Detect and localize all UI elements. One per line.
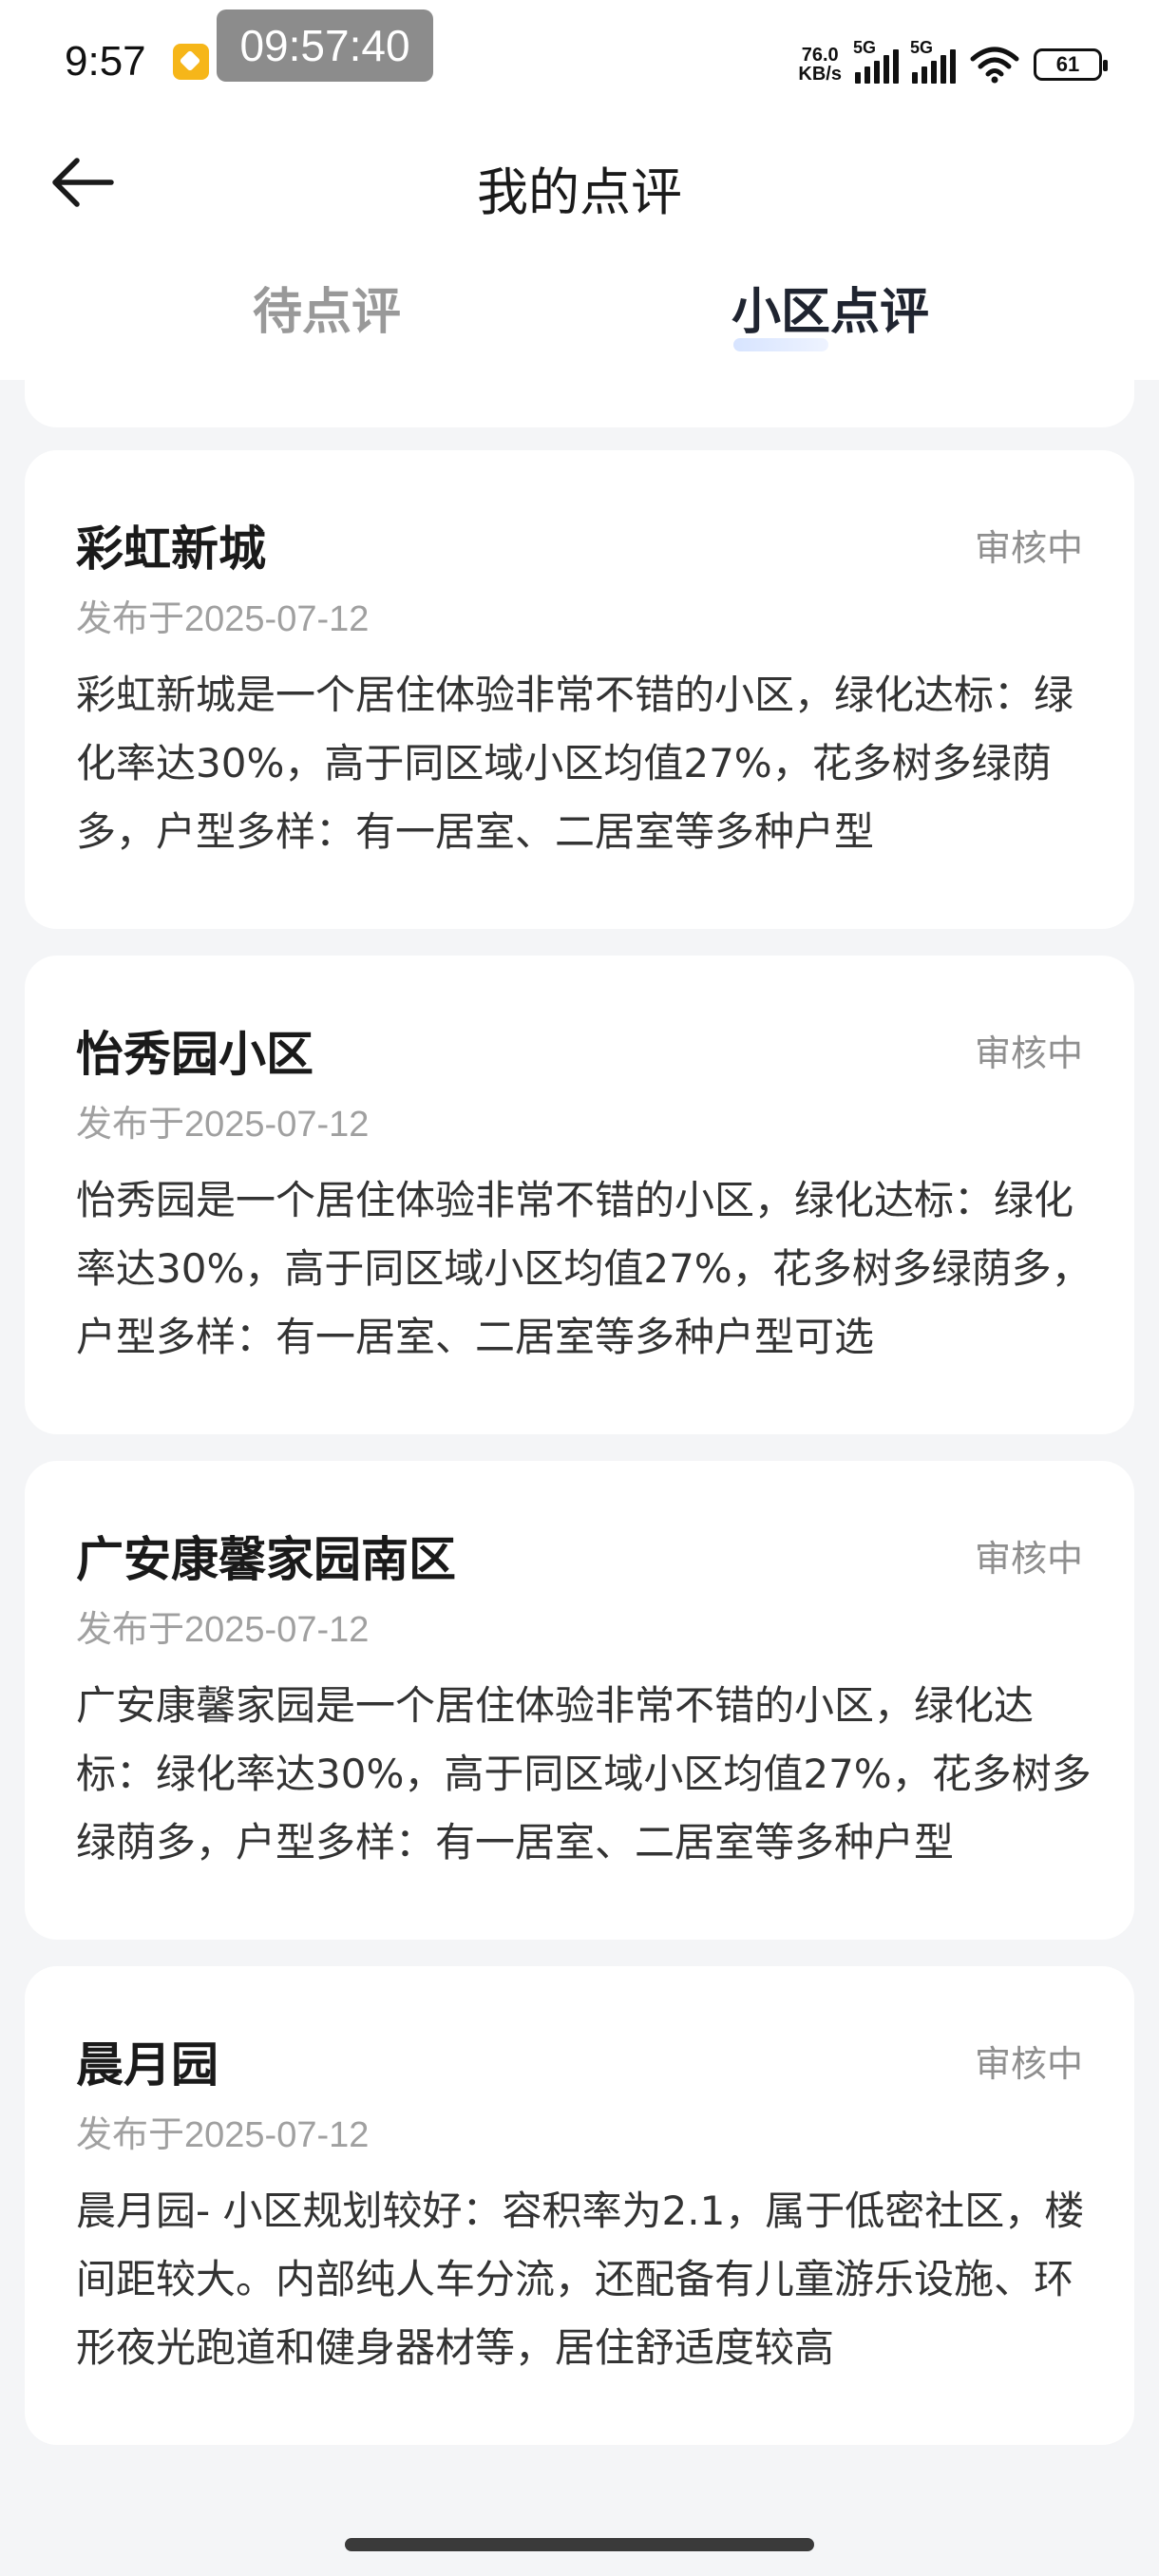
status-time: 9:57 (65, 38, 146, 85)
signal-icon: 5G (910, 38, 956, 84)
clock-overlay: 09:57:40 (217, 9, 433, 82)
publish-date: 发布于2025-07-12 (76, 1610, 370, 1650)
home-indicator[interactable] (345, 2538, 814, 2551)
publish-date: 发布于2025-07-12 (76, 1105, 370, 1145)
review-status: 审核中 (974, 1538, 1083, 1580)
wifi-icon (970, 47, 1019, 84)
review-card[interactable]: 广安康馨家园南区 审核中 发布于2025-07-12 广安康馨家园是一个居住体验… (25, 1461, 1134, 1940)
community-name: 怡秀园小区 (76, 1027, 314, 1082)
signal-label: 5G (910, 38, 934, 57)
battery-level: 61 (1055, 52, 1080, 76)
review-content: 晨月园- 小区规划较好：容积率为2.1，属于低密社区，楼间距较大。内部纯人车分流… (76, 2188, 1085, 2371)
network-speed-value: 76.0 (801, 45, 839, 66)
signal-label: 5G (853, 38, 877, 57)
page-title: 我的点评 (477, 162, 682, 222)
network-speed-unit: KB/s (798, 64, 842, 85)
review-card[interactable]: 怡秀园小区 审核中 发布于2025-07-12 怡秀园是一个居住体验非常不错的小… (25, 956, 1134, 1434)
network-speed: 76.0 KB/s (798, 46, 842, 84)
status-bar: 9:57 ... 09:57:40 76.0 KB/s 5G 5G (0, 0, 1159, 123)
tab-community-review[interactable]: 小区点评 (732, 272, 929, 343)
tab-pending-review[interactable]: 待点评 (253, 272, 401, 343)
tab-bar: 待点评 小区点评 (0, 237, 1159, 380)
review-card-partial (25, 367, 1134, 427)
review-content: 彩虹新城是一个居住体验非常不错的小区，绿化达标：绿化率达30%，高于同区域小区均… (76, 672, 1074, 855)
review-status: 审核中 (974, 2043, 1083, 2085)
publish-date: 发布于2025-07-12 (76, 599, 370, 639)
review-content: 广安康馨家园是一个居住体验非常不错的小区，绿化达标：绿化率达30%，高于同区域小… (76, 1682, 1092, 1866)
battery-icon: 61 (1034, 48, 1108, 81)
review-card[interactable]: 晨月园 审核中 发布于2025-07-12 晨月园- 小区规划较好：容积率为2.… (25, 1966, 1134, 2445)
review-content: 怡秀园是一个居住体验非常不错的小区，绿化达标：绿化率达30%，高于同区域小区均值… (76, 1177, 1092, 1360)
review-status: 审核中 (974, 527, 1083, 569)
page-header: 我的点评 (0, 123, 1159, 237)
review-card[interactable]: 彩虹新城 审核中 发布于2025-07-12 彩虹新城是一个居住体验非常不错的小… (25, 450, 1134, 929)
community-name: 广安康馨家园南区 (76, 1532, 456, 1587)
status-icons: 76.0 KB/s 5G 5G 61 (798, 36, 1108, 93)
signal-icon: 5G (853, 38, 899, 84)
publish-date: 发布于2025-07-12 (76, 2115, 370, 2155)
review-status: 审核中 (974, 1032, 1083, 1074)
community-name: 晨月园 (76, 2037, 218, 2093)
notification-app-icon (173, 44, 209, 80)
community-name: 彩虹新城 (76, 521, 266, 577)
